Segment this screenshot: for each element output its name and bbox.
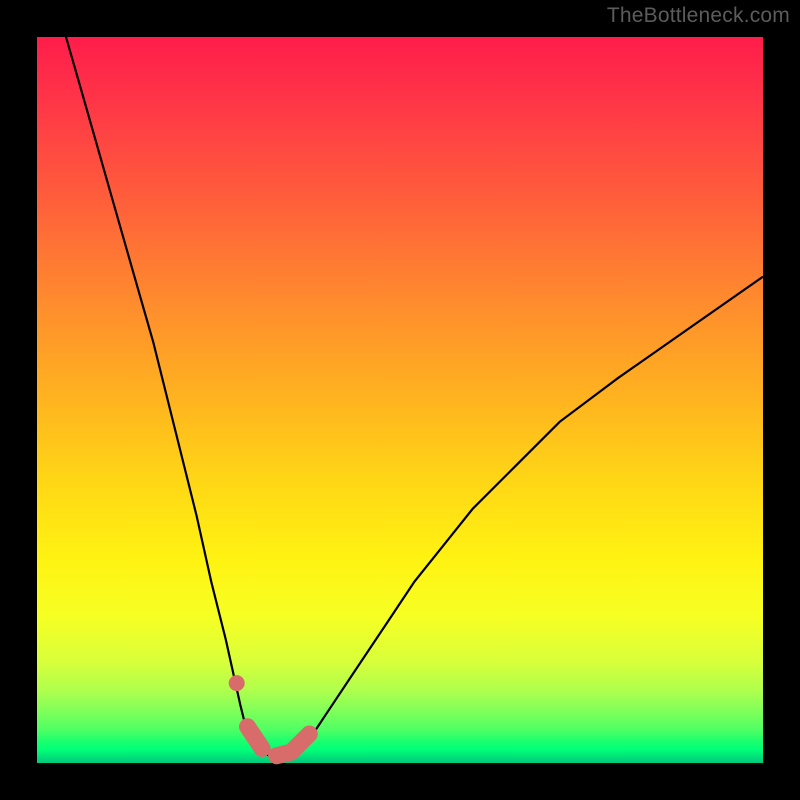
- bottleneck-curve: [66, 37, 763, 756]
- watermark-text: TheBottleneck.com: [607, 4, 790, 28]
- trough-capsule: [248, 727, 310, 756]
- bottleneck-curve-svg: [37, 37, 763, 763]
- chart-frame: TheBottleneck.com: [0, 0, 800, 800]
- plot-area: [37, 37, 763, 763]
- trough-dot: [229, 675, 245, 691]
